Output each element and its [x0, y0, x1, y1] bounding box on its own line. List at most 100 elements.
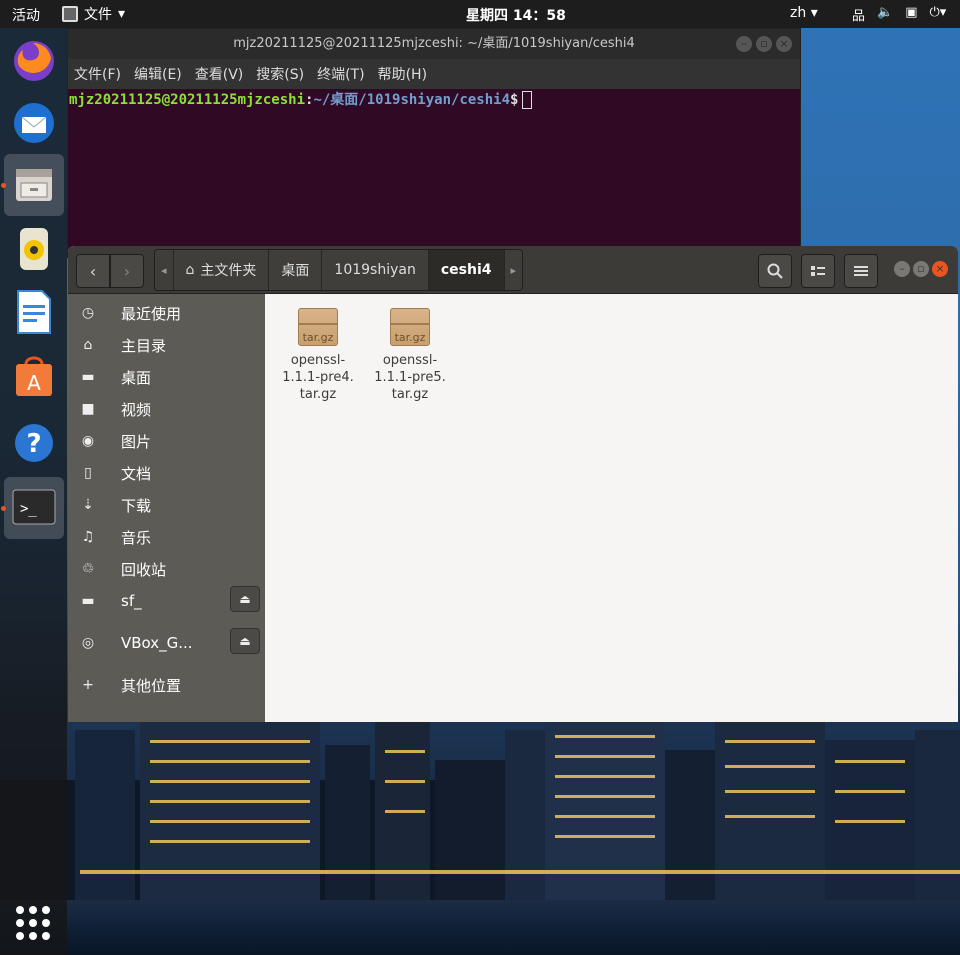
- sidebar-item-other-locations[interactable]: + 其他位置: [68, 670, 265, 700]
- menu-edit[interactable]: 编辑(E): [134, 64, 182, 84]
- eject-icon: ⏏: [239, 634, 251, 648]
- search-button[interactable]: [758, 254, 792, 288]
- terminal-titlebar[interactable]: mjz20211125@20211125mjzceshi: ~/桌面/1019s…: [68, 29, 800, 59]
- drive-icon: ▬: [81, 593, 95, 609]
- menu-view[interactable]: 查看(V): [195, 64, 244, 84]
- file-view[interactable]: tar.gz openssl- 1.1.1-pre4. tar.gz tar.g…: [265, 294, 958, 722]
- clock[interactable]: 星期四 14：58: [466, 5, 566, 25]
- volume-icon: 🔈: [877, 5, 894, 20]
- activities-button[interactable]: 活动: [12, 5, 40, 25]
- svg-text:A: A: [27, 371, 41, 395]
- sidebar-item-documents[interactable]: ▯ 文档: [68, 458, 265, 488]
- document-icon: ▯: [84, 465, 92, 481]
- breadcrumb: ◂ ⌂ 主文件夹 桌面 1019shiyan ceshi4 ▸: [154, 249, 524, 291]
- dock-rhythmbox[interactable]: [4, 218, 64, 280]
- sidebar-item-videos[interactable]: ■ 视频: [68, 394, 265, 424]
- maximize-button[interactable]: ▫: [913, 261, 929, 277]
- list-view-icon: [811, 266, 825, 276]
- file-item[interactable]: tar.gz openssl- 1.1.1-pre4. tar.gz: [279, 308, 357, 403]
- terminal-window[interactable]: mjz20211125@20211125mjzceshi: ~/桌面/1019s…: [67, 28, 801, 258]
- top-bar: 活动 文件 ▾ 星期四 14：58 zh ▾ 品 🔈 ▣ ⏻▾: [0, 0, 960, 28]
- sidebar-item-label: 最近使用: [121, 304, 182, 323]
- file-name-line: tar.gz: [391, 387, 429, 402]
- help-icon: ?: [15, 424, 53, 462]
- sidebar-item-pictures[interactable]: ◉ 图片: [68, 426, 265, 456]
- dock-thunderbird[interactable]: [4, 92, 64, 154]
- file-item[interactable]: tar.gz openssl- 1.1.1-pre5. tar.gz: [371, 308, 449, 403]
- breadcrumb-home[interactable]: ⌂ 主文件夹: [173, 250, 270, 290]
- dock-firefox[interactable]: [4, 30, 64, 92]
- dock-software-center[interactable]: A: [4, 344, 64, 406]
- wallpaper-city-skyline: [0, 720, 960, 920]
- sidebar-item-label: 回收站: [121, 560, 167, 579]
- sidebar-item-sf[interactable]: ▬ sf_ ⏏: [68, 586, 265, 616]
- sidebar-item-label: sf_: [121, 592, 142, 610]
- eject-button[interactable]: ⏏: [230, 586, 260, 612]
- menu-help[interactable]: 帮助(H): [378, 64, 427, 84]
- close-button[interactable]: ×: [776, 36, 792, 52]
- back-button[interactable]: ‹: [76, 254, 110, 288]
- system-tray[interactable]: 品 🔈 ▣ ⏻▾: [852, 5, 946, 24]
- svg-text:?: ?: [26, 429, 41, 459]
- download-icon: ⇣: [82, 497, 94, 513]
- view-toggle-button[interactable]: [801, 254, 835, 288]
- sidebar-item-trash[interactable]: ♲ 回收站: [68, 554, 265, 584]
- eject-button[interactable]: ⏏: [230, 628, 260, 654]
- breadcrumb-folder-label: 1019shiyan: [334, 262, 416, 278]
- breadcrumb-folder[interactable]: 1019shiyan: [322, 250, 429, 290]
- prompt-user: mjz20211125@20211125mjzceshi: [69, 92, 306, 108]
- show-applications-button[interactable]: [16, 906, 50, 940]
- writer-document-icon: [17, 290, 51, 334]
- file-cabinet-icon: [62, 6, 78, 22]
- wallpaper-water: [0, 900, 960, 955]
- sidebar-item-home[interactable]: ⌂ 主目录: [68, 330, 265, 360]
- disc-icon: ◎: [81, 635, 95, 651]
- sidebar-item-recent[interactable]: ◷ 最近使用: [68, 298, 265, 328]
- menu-button[interactable]: [844, 254, 878, 288]
- sidebar-item-downloads[interactable]: ⇣ 下载: [68, 490, 265, 520]
- breadcrumb-current-label: ceshi4: [440, 262, 492, 278]
- svg-text:>_: >_: [20, 501, 37, 517]
- thunderbird-icon: [14, 103, 54, 143]
- file-name-line: tar.gz: [299, 387, 337, 402]
- file-badge: tar.gz: [302, 331, 334, 344]
- dock-files[interactable]: [4, 154, 64, 216]
- breadcrumb-scroll-right[interactable]: ▸: [504, 250, 523, 290]
- dock-help[interactable]: ?: [4, 412, 64, 474]
- menu-file[interactable]: 文件(F): [74, 64, 121, 84]
- tar-archive-icon: tar.gz: [390, 308, 430, 346]
- input-method-menu[interactable]: zh ▾: [790, 5, 818, 21]
- files-window[interactable]: ‹ › ◂ ⌂ 主文件夹 桌面 1019shiyan ceshi4 ▸ – ▫ …: [68, 246, 958, 722]
- plus-icon: +: [82, 677, 94, 693]
- breadcrumb-scroll-left[interactable]: ◂: [155, 250, 174, 290]
- app-menu[interactable]: 文件 ▾: [62, 4, 125, 24]
- chevron-right-icon: ▸: [510, 263, 517, 277]
- hamburger-icon: [854, 266, 868, 276]
- maximize-button[interactable]: ▫: [756, 36, 772, 52]
- chevron-down-icon: ▾: [810, 5, 818, 21]
- search-icon: [767, 263, 783, 279]
- sidebar-item-music[interactable]: ♫ 音乐: [68, 522, 265, 552]
- forward-button[interactable]: ›: [110, 254, 144, 288]
- breadcrumb-current[interactable]: ceshi4: [428, 250, 505, 290]
- minimize-button[interactable]: –: [894, 261, 910, 277]
- sidebar-item-label: VBox_G...: [121, 634, 193, 652]
- menu-terminal[interactable]: 终端(T): [317, 64, 364, 84]
- menu-search[interactable]: 搜索(S): [256, 64, 304, 84]
- close-button[interactable]: ×: [932, 261, 948, 277]
- terminal-output[interactable]: mjz20211125@20211125mjzceshi:~/桌面/1019sh…: [68, 89, 800, 111]
- chevron-right-icon: ›: [123, 261, 131, 281]
- minimize-button[interactable]: –: [736, 36, 752, 52]
- terminal-title: mjz20211125@20211125mjzceshi: ~/桌面/1019s…: [233, 36, 635, 51]
- dock-terminal[interactable]: >_: [4, 477, 64, 539]
- tar-archive-icon: tar.gz: [298, 308, 338, 346]
- running-indicator: [1, 506, 6, 511]
- trash-icon: ♲: [81, 561, 95, 577]
- video-icon: ■: [81, 401, 95, 417]
- breadcrumb-desktop[interactable]: 桌面: [269, 250, 323, 290]
- file-badge: tar.gz: [394, 331, 426, 344]
- dock-libreoffice-writer[interactable]: [4, 281, 64, 343]
- sidebar-item-vbox[interactable]: ◎ VBox_G... ⏏: [68, 628, 265, 658]
- prompt-path: ~/桌面/1019shiyan/ceshi4: [313, 92, 511, 108]
- sidebar-item-desktop[interactable]: ▬ 桌面: [68, 362, 265, 392]
